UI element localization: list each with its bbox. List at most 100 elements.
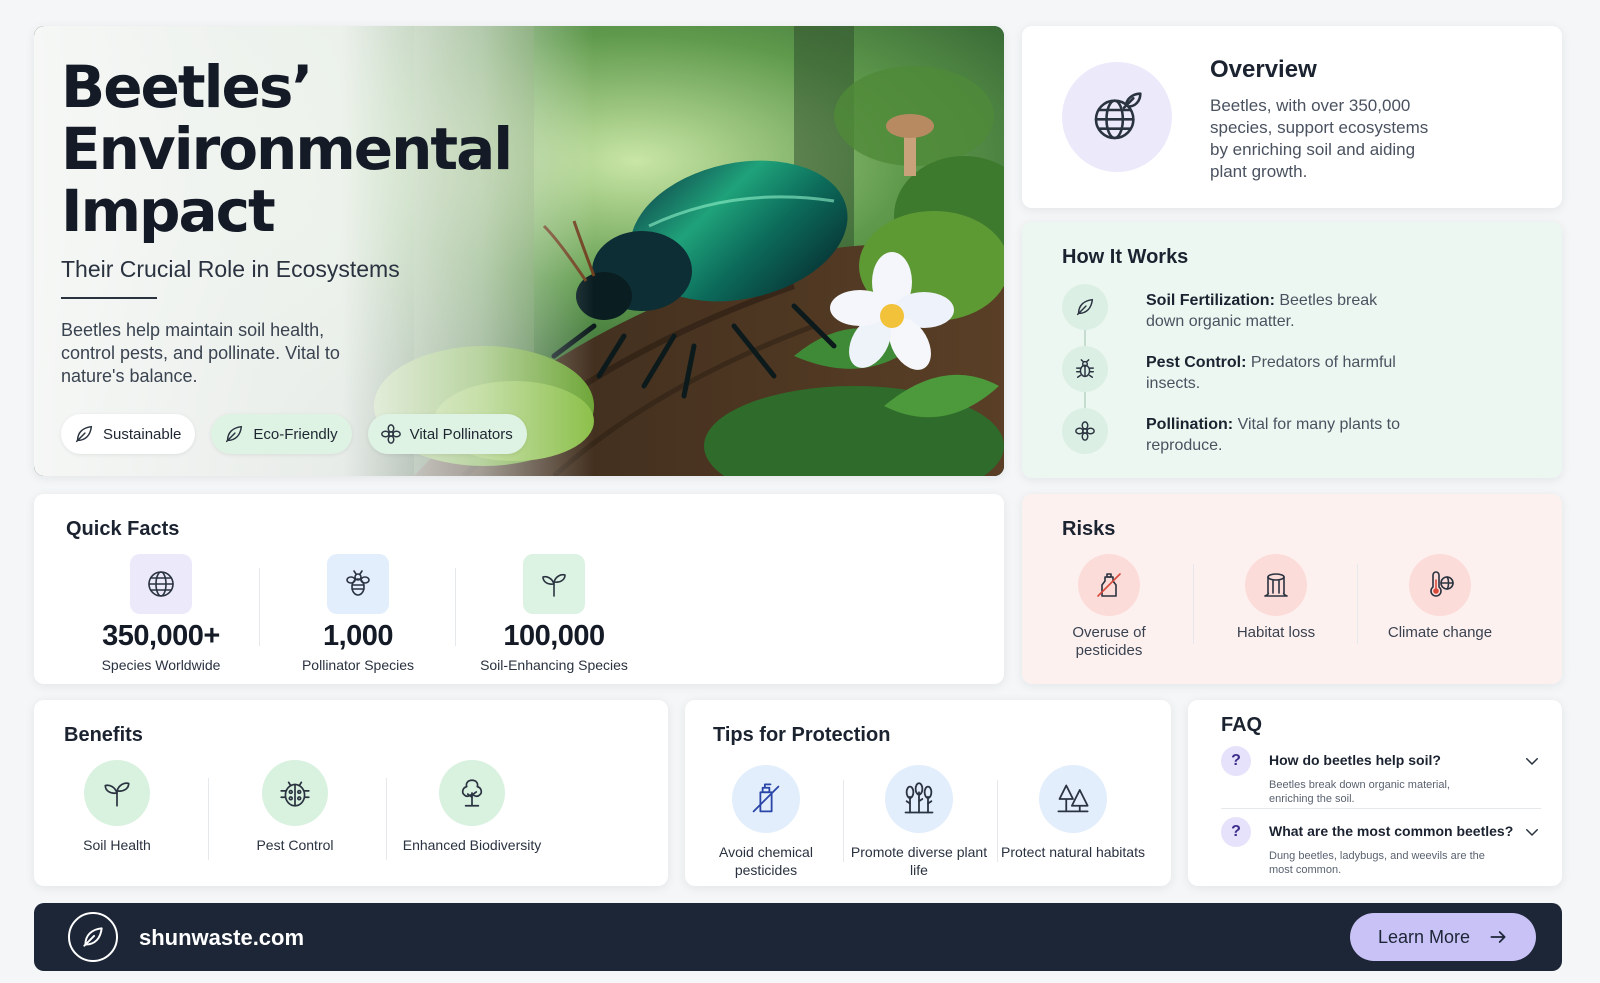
thermometer-globe-icon [1430, 571, 1454, 597]
step-text: Pollination: Vital for many plants to re… [1146, 414, 1406, 456]
bug-icon [1076, 359, 1094, 378]
risk-icon-badge [1245, 554, 1307, 616]
quick-facts-card: Quick Facts 350,000+ Species Worldwide 1… [34, 494, 1004, 684]
divider [386, 778, 387, 860]
risks-card: Risks Overuse of pesticides Habitat loss… [1022, 494, 1562, 684]
site-logo[interactable] [68, 912, 118, 962]
fact-icon-box [523, 554, 585, 614]
faq-answer: Beetles break down organic material, enr… [1269, 779, 1450, 805]
tag-sustainable[interactable]: Sustainable [61, 414, 196, 454]
how-it-works-title: How It Works [1062, 246, 1189, 268]
fact-value: 100,000 [503, 620, 605, 652]
learn-more-label: Learn More [1377, 926, 1471, 947]
tag-label: Sustainable [103, 425, 182, 443]
tag-label: Vital Pollinators [409, 425, 513, 443]
ladybug-icon [280, 781, 310, 807]
overview-text: Beetles, with over 350,000 species, supp… [1210, 96, 1429, 181]
step-icon-badge [1062, 408, 1108, 454]
footer-bar: shunwaste.com Learn More [34, 903, 1562, 971]
tip-icon-badge [732, 765, 800, 833]
faq-question[interactable]: What are the most common beetles? [1269, 823, 1513, 839]
fact-value: 350,000+ [102, 620, 220, 652]
leaf-icon [1076, 298, 1094, 316]
globe-leaf-icon [1094, 92, 1142, 140]
fact-icon-box [130, 554, 192, 614]
tree-icon [461, 779, 483, 807]
step-text: Soil Fertilization: Beetles break down o… [1146, 290, 1406, 332]
faq-divider [1221, 808, 1541, 809]
sprout-icon [104, 782, 130, 807]
overview-title: Overview [1210, 56, 1317, 83]
tip-label: Protect natural habitats [1001, 844, 1145, 860]
no-spray-icon [752, 783, 780, 813]
fact-species-worldwide: 350,000+ Species Worldwide [61, 554, 261, 673]
risk-label: Overuse of pesticides [1072, 624, 1146, 659]
quick-facts-title: Quick Facts [66, 518, 180, 540]
risk-icon-badge [1409, 554, 1471, 616]
overview-icon-badge [1062, 62, 1172, 172]
step-term: Soil Fertilization: [1146, 292, 1275, 309]
tag-eco-friendly[interactable]: Eco-Friendly [211, 414, 352, 454]
step-term: Pest Control: [1146, 354, 1247, 371]
step-term: Pollination: [1146, 416, 1234, 433]
tips-title: Tips for Protection [713, 724, 891, 746]
leaf-icon [226, 425, 243, 443]
benefits-card: Benefits Soil Health Pest Control Enhanc… [34, 700, 668, 886]
benefit-icon-badge [84, 760, 150, 826]
step-icon-badge [1062, 284, 1108, 330]
step-connector [1084, 392, 1086, 408]
fact-soil-enhancing-species: 100,000 Soil-Enhancing Species [454, 554, 654, 673]
bee-icon [346, 570, 370, 596]
title-line-1: Beetles’ [61, 53, 313, 121]
overview-card: Overview Beetles, with over 350,000 spec… [1022, 26, 1562, 208]
how-it-works-card: How It Works Soil Fertilization: Beetles… [1022, 222, 1562, 478]
fact-icon-box [327, 554, 389, 614]
divider [208, 778, 209, 860]
tip-icon-badge [1039, 765, 1107, 833]
trees-icon [1057, 784, 1089, 813]
risk-label: Climate change [1387, 624, 1493, 641]
risk-label: Habitat loss [1236, 624, 1316, 641]
no-pesticide-icon [1097, 573, 1121, 597]
faq-title: FAQ [1221, 714, 1263, 736]
risk-habitat-loss: Habitat loss [1206, 554, 1346, 642]
fact-label: Soil-Enhancing Species [480, 657, 628, 673]
risk-icon-badge [1078, 554, 1140, 616]
sprout-icon [542, 573, 566, 597]
benefit-pest-control: Pest Control [220, 760, 370, 854]
faq-card: FAQ ? How do beetles help soil? Beetles … [1188, 700, 1562, 886]
divider [1193, 564, 1194, 644]
question-icon: ? [1221, 746, 1251, 776]
tip-protect-habitats: Protect natural habitats [998, 765, 1148, 861]
arrow-right-icon [1490, 931, 1506, 943]
title-line-2: Environmental [61, 115, 513, 183]
fact-label: Species Worldwide [101, 657, 221, 673]
divider [1357, 564, 1358, 644]
faq-item[interactable]: ? How do beetles help soil? Beetles brea… [1221, 746, 1541, 806]
step-icon-badge [1062, 346, 1108, 392]
faq-question[interactable]: How do beetles help soil? [1269, 752, 1441, 768]
flower-icon [380, 424, 401, 444]
benefits-title: Benefits [64, 724, 143, 746]
risk-pesticides: Overuse of pesticides [1039, 554, 1179, 660]
benefit-label: Pest Control [256, 837, 334, 853]
site-link[interactable]: shunwaste.com [139, 925, 304, 951]
faq-item[interactable]: ? What are the most common beetles? Dung… [1221, 817, 1541, 877]
benefit-icon-badge [262, 760, 328, 826]
fact-pollinator-species: 1,000 Pollinator Species [258, 554, 458, 673]
tree-stump-icon [1264, 573, 1288, 597]
benefit-biodiversity: Enhanced Biodiversity [397, 760, 547, 854]
tag-vital-pollinators[interactable]: Vital Pollinators [367, 414, 527, 454]
learn-more-button[interactable]: Learn More [1350, 913, 1536, 961]
step-connector [1084, 330, 1086, 346]
tip-label: Avoid chemical pesticides [719, 844, 813, 878]
tips-card: Tips for Protection Avoid chemical pesti… [685, 700, 1171, 886]
hero-banner: Beetles’ Environmental Impact Their Cruc… [34, 26, 1004, 476]
tip-label: Promote diverse plant life [850, 844, 988, 878]
chevron-down-icon[interactable] [1523, 752, 1541, 770]
benefit-label: Enhanced Biodiversity [402, 837, 542, 853]
benefit-icon-badge [439, 760, 505, 826]
chevron-down-icon[interactable] [1523, 823, 1541, 841]
hero-divider [61, 297, 157, 299]
faq-answer: Dung beetles, ladybugs, and weevils are … [1269, 850, 1485, 876]
